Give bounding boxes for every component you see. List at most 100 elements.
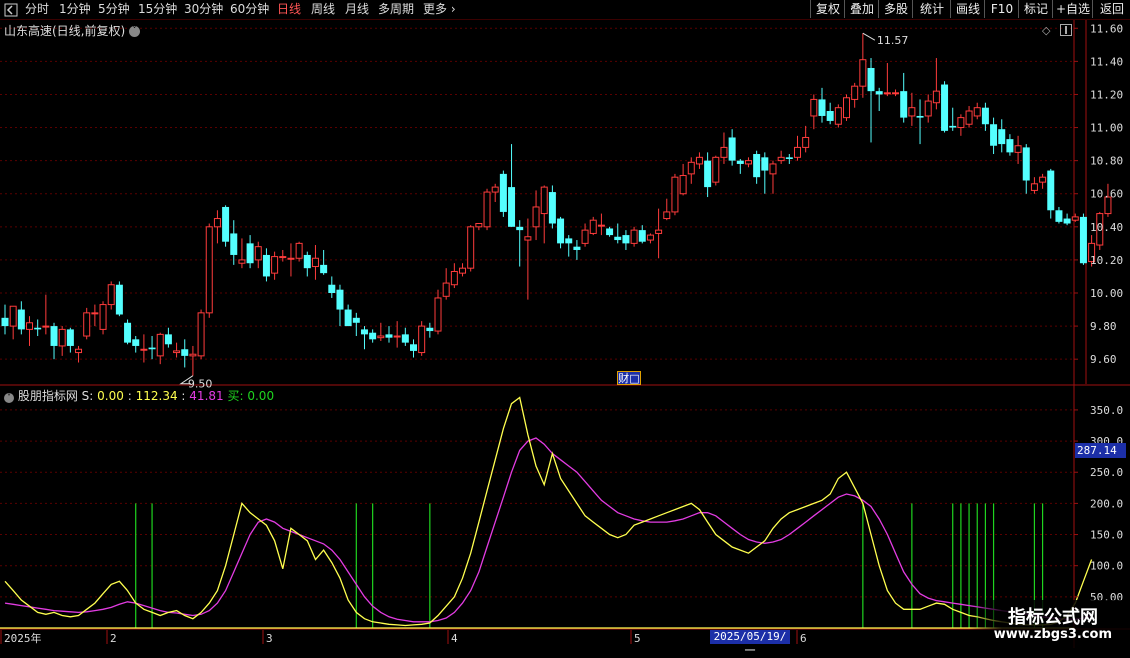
chevron-down-icon[interactable]: ˅: [129, 26, 141, 37]
candle-body-down: [949, 125, 957, 128]
candle-body-up: [1071, 216, 1079, 221]
candle-body-up: [679, 175, 687, 195]
candle-body-down: [981, 107, 989, 125]
candle-body-down: [132, 339, 140, 346]
indicator-v2: 41.81: [189, 389, 224, 403]
candle-body-up: [213, 218, 221, 228]
candle-body-up: [973, 107, 981, 117]
candle-body-up: [712, 156, 720, 183]
candle-body-down: [66, 329, 74, 346]
panel-toggle-icon[interactable]: [1060, 24, 1072, 39]
candle-body-up: [83, 312, 91, 337]
candle-body-up: [851, 85, 859, 100]
candle-body-up: [720, 146, 728, 158]
candle-body-up: [687, 161, 695, 175]
candle-body-up: [491, 186, 499, 193]
price-tick-label: 9.80: [1090, 320, 1117, 333]
indicator-tick-label: 250.0: [1090, 466, 1123, 479]
candle-body-up: [524, 236, 532, 241]
indicator-tick-label: 100.0: [1090, 560, 1123, 573]
watermark-line2: www.zbgs3.com: [993, 627, 1112, 642]
candle-body-up: [459, 267, 467, 274]
candle-body-up: [442, 282, 450, 297]
candle-body-down: [17, 309, 25, 330]
candle-body-down: [998, 129, 1006, 145]
high-marker-arrow: [862, 32, 876, 41]
candle-body-down: [385, 334, 393, 338]
candle-body-up: [965, 110, 973, 125]
candle-body-up: [1030, 183, 1038, 191]
candle-body-up: [418, 325, 426, 354]
indicator-tick-label: 200.0: [1090, 497, 1123, 510]
candle-body-up: [156, 333, 164, 357]
report-icon[interactable]: 财□: [617, 371, 641, 385]
candle-body-up: [91, 312, 99, 315]
candle-body-up: [311, 257, 319, 268]
high-price-label: 11.57: [877, 34, 909, 47]
indicator-current-value: 287.14: [1075, 443, 1126, 458]
candle-body-down: [181, 349, 189, 356]
candle-body-up: [9, 305, 17, 327]
candle-body-up: [957, 117, 965, 129]
candle-body-down: [557, 218, 565, 244]
candle-body-down: [50, 326, 58, 346]
kline-chart-canvas: 11.60 11.40 11.20 11.00 10.80 10.60 10.40 10.20…: [0, 20, 1130, 648]
candle-body-up: [532, 206, 540, 228]
candle-body-up: [483, 191, 491, 228]
candle-body-up: [279, 256, 287, 259]
candle-body-down: [508, 187, 516, 227]
candle-body-up: [238, 259, 246, 264]
candle-body-up: [646, 234, 654, 241]
candle-body-up: [581, 229, 589, 244]
price-tick-label: 10.60: [1090, 188, 1123, 201]
report-badge-label: 财: [618, 372, 630, 385]
candle-body-up: [42, 325, 50, 328]
candle-body-down: [867, 67, 875, 92]
indicator-lines: [0, 396, 1093, 629]
candle-body-up: [892, 92, 900, 95]
candle-body-down: [622, 235, 630, 244]
price-tick-label: 11.00: [1090, 122, 1123, 135]
indicator-tick-label: 150.0: [1090, 529, 1123, 542]
collapse-icon[interactable]: ˅: [4, 393, 14, 403]
candle-body-down: [1047, 170, 1055, 211]
candle-body-down: [1006, 139, 1014, 153]
cursor-date: 2025/05/19/一: [710, 630, 790, 657]
diamond-icon[interactable]: ◇: [1042, 25, 1050, 37]
candle-body-down: [369, 332, 377, 340]
indicator-v1: 112.34: [135, 389, 178, 403]
indicator-tick-label: 350.0: [1090, 404, 1123, 417]
date-label: 6: [800, 632, 807, 645]
candle-body-down: [565, 238, 573, 244]
candle-body-down: [990, 124, 998, 146]
candle-body-up: [597, 224, 605, 227]
candle-body-up: [434, 297, 442, 332]
candle-body-down: [900, 91, 908, 118]
candle-body-up: [663, 211, 671, 220]
candle-body-down: [230, 233, 238, 255]
candle-body-down: [148, 347, 156, 350]
candle-body-down: [410, 344, 417, 351]
price-tick-label: 11.40: [1090, 55, 1123, 68]
candle-body-up: [99, 304, 107, 330]
price-axis: 11.60 11.40 11.20 11.00 10.80 10.60 10.40 10.20…: [0, 22, 1123, 645]
price-tick-label: 11.20: [1090, 88, 1123, 101]
candle-body-down: [328, 284, 336, 293]
candle-body-up: [475, 223, 483, 228]
candle-body-down: [1063, 218, 1071, 224]
candle-body-up: [744, 160, 752, 165]
stock-title: 山东高速(日线,前复权): [4, 24, 126, 38]
candle-body-down: [320, 264, 328, 274]
indicator-s-value: 0.00: [97, 389, 124, 403]
candle-body-down: [426, 327, 434, 332]
candle-body-down: [344, 309, 352, 327]
candle-body-up: [1014, 145, 1022, 153]
candle-body-up: [540, 186, 548, 215]
candle-body-up: [695, 156, 703, 165]
candle-body-down: [1055, 210, 1063, 222]
price-tick-label: 11.60: [1090, 22, 1123, 35]
candlestick-series: [1, 33, 1112, 376]
watermark: 指标公式网 www.zbgs3.com: [970, 600, 1130, 650]
candle-body-down: [1079, 216, 1087, 264]
candle-body-up: [75, 348, 83, 354]
